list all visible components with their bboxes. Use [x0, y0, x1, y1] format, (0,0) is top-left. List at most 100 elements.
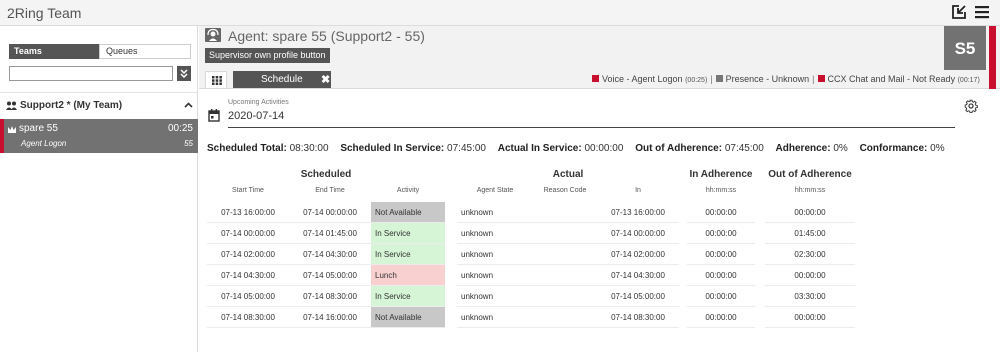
double-chevron-down-icon	[180, 69, 188, 78]
schedule-summary: Scheduled Total: 08:30:00 Scheduled In S…	[207, 143, 954, 154]
tab-teams[interactable]: Teams	[9, 44, 99, 59]
presence-status-indicator	[715, 75, 723, 82]
agent-list-item[interactable]: spare 55 00:25 Agent Logon 55	[0, 119, 198, 153]
column-header-activity: Activity	[396, 187, 420, 194]
summary-label: Adherence:	[775, 143, 831, 154]
summary-value: 07:45:00	[447, 143, 486, 154]
out-adherence-cell: 01:45:00	[765, 223, 855, 244]
grid-view-button[interactable]	[205, 71, 227, 88]
voice-status-label: Voice - Agent Logon	[602, 74, 683, 84]
summary-value: 0%	[833, 143, 848, 154]
end-time-cell: 07-14 05:00:00	[289, 265, 371, 286]
start-time-cell: 07-14 02:00:00	[207, 244, 289, 265]
in-time-cell: 07-14 04:30:00	[597, 265, 679, 286]
column-header-end-time: End Time	[315, 187, 345, 194]
in-time-cell: 07-14 05:00:00	[597, 286, 679, 307]
activity-cell: Lunch	[371, 265, 445, 286]
group-header-out-adherence: Out of Adherence	[768, 169, 852, 180]
summary-actual-in-service: Actual In Service: 00:00:00	[498, 143, 624, 154]
agent-state-cell: unknown	[457, 286, 533, 307]
start-time-cell: 07-14 00:00:00	[207, 223, 289, 244]
ccx-status-indicator	[817, 75, 825, 82]
gear-icon[interactable]	[964, 99, 978, 113]
activity-cell: In Service	[371, 244, 445, 265]
in-adherence-cell: 00:00:00	[687, 265, 755, 286]
team-group-label: Support2 * (My Team)	[20, 100, 123, 111]
left-panel: Teams Queues Support2 * (My Team) spare …	[0, 26, 198, 352]
search-dropdown-button[interactable]	[177, 66, 191, 81]
tab-queues[interactable]: Queues	[99, 44, 191, 59]
upcoming-activities-label: Upcoming Activities	[228, 99, 289, 106]
summary-value: 07:45:00	[724, 143, 764, 154]
end-time-cell: 07-14 08:30:00	[289, 286, 371, 307]
activity-cell: In Service	[371, 286, 445, 307]
summary-value: 0%	[930, 143, 945, 154]
tab-schedule[interactable]: Schedule ✖	[233, 71, 331, 88]
summary-label: Conformance:	[859, 143, 928, 154]
summary-label: Scheduled Total:	[207, 143, 287, 154]
group-header-in-adherence: In Adherence	[689, 169, 753, 180]
voice-status-indicator	[592, 75, 599, 82]
in-time-cell: 07-14 00:00:00	[597, 223, 679, 244]
reason-code-cell	[533, 223, 597, 244]
chevron-up-icon[interactable]	[184, 102, 193, 108]
column-header-in-adherence-time: hh:mm:ss	[705, 187, 737, 194]
panel-tabs: Teams Queues	[9, 44, 191, 59]
summary-label: Out of Adherence:	[635, 143, 723, 154]
agent-state-cell: unknown	[457, 202, 533, 223]
in-time-cell: 07-14 02:00:00	[597, 244, 679, 265]
close-icon[interactable]: ✖	[321, 73, 330, 86]
schedule-tab-label: Schedule	[261, 74, 303, 85]
activity-cell: In Service	[371, 223, 445, 244]
app-header: 2Ring Team	[0, 0, 1000, 26]
supervisor-profile-button[interactable]: Supervisor own profile button	[205, 48, 330, 63]
in-adherence-cell: 00:00:00	[687, 223, 755, 244]
status-color-strip	[989, 26, 996, 89]
reason-code-cell	[533, 265, 597, 286]
start-time-cell: 07-14 04:30:00	[207, 265, 289, 286]
in-time-cell: 07-14 08:30:00	[597, 307, 679, 328]
agent-state-cell: unknown	[457, 307, 533, 328]
out-adherence-cell: 00:00:00	[765, 265, 855, 286]
end-time-cell: 07-14 16:00:00	[289, 307, 371, 328]
summary-value: 00:00:00	[584, 143, 624, 154]
summary-conformance: Conformance: 0%	[860, 143, 945, 154]
reason-code-cell	[533, 202, 597, 223]
agent-state-cell: unknown	[457, 265, 533, 286]
popout-icon[interactable]	[951, 4, 967, 20]
column-header-start-time: Start Time	[232, 187, 264, 194]
summary-scheduled-total: Scheduled Total: 08:30:00	[207, 143, 329, 154]
in-time-cell: 07-13 16:00:00	[597, 202, 679, 223]
start-time-cell: 07-14 08:30:00	[207, 307, 289, 328]
in-adherence-cell: 00:00:00	[687, 244, 755, 265]
team-group-header[interactable]: Support2 * (My Team)	[0, 92, 198, 118]
summary-value: 08:30:00	[289, 143, 329, 154]
activity-cell: Not Available	[371, 202, 445, 223]
reason-code-cell	[533, 286, 597, 307]
voice-status-time: (00:25)	[685, 77, 708, 84]
ccx-status-time: (00:17)	[957, 77, 980, 84]
out-adherence-cell: 00:00:00	[765, 307, 855, 328]
summary-adherence: Adherence: 0%	[776, 143, 848, 154]
agent-extension: 55	[184, 139, 193, 148]
summary-label: Scheduled In Service:	[340, 143, 445, 154]
in-adherence-cell: 00:00:00	[687, 307, 755, 328]
group-header-actual: Actual	[552, 169, 584, 180]
date-field[interactable]: 2020-07-14	[228, 110, 284, 122]
calendar-icon[interactable]	[208, 109, 220, 122]
agent-name: spare 55	[19, 123, 58, 134]
team-search-input[interactable]	[9, 66, 173, 81]
agent-state: Agent Logon	[21, 139, 67, 148]
presence-status-label: Presence - Unknown	[725, 74, 810, 84]
menu-icon[interactable]	[974, 5, 990, 19]
column-header-agent-state: Agent State	[476, 187, 514, 194]
out-adherence-cell: 03:30:00	[765, 286, 855, 307]
group-header-scheduled: Scheduled	[300, 169, 352, 180]
app-title: 2Ring Team	[7, 5, 82, 21]
avatar: S5	[944, 26, 986, 70]
status-separator: |	[710, 74, 713, 84]
agent-state-cell: unknown	[457, 244, 533, 265]
status-separator: |	[812, 74, 815, 84]
grid-icon	[212, 76, 222, 85]
column-header-out-adherence-time: hh:mm:ss	[794, 187, 826, 194]
